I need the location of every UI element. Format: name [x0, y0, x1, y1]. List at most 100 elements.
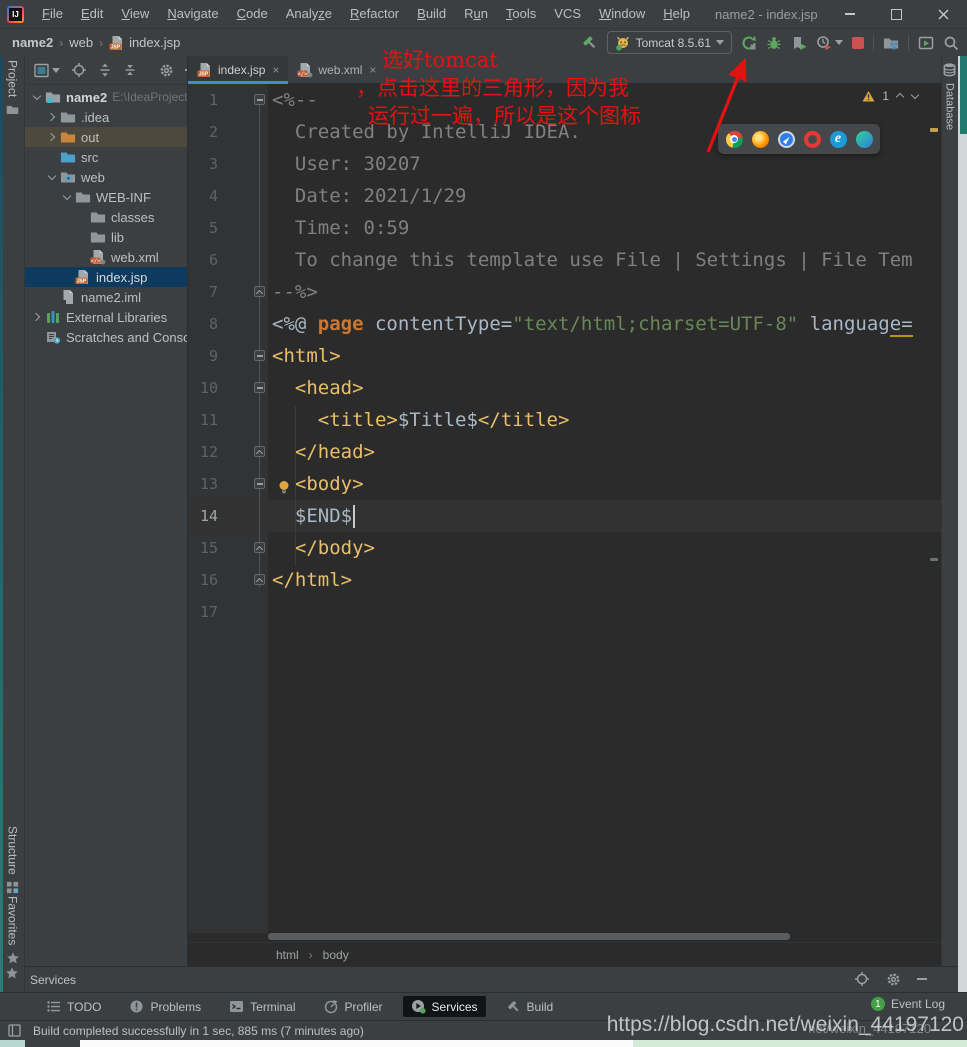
toolwindow-switcher-icon[interactable]	[8, 1024, 21, 1037]
code-line-14[interactable]: 14 $END$	[188, 500, 941, 532]
fold-marker-icon[interactable]	[254, 542, 265, 553]
tree-item-name2[interactable]: name2E:\IdeaProjects\nam	[25, 87, 187, 107]
code-area[interactable]: 1<%--2 Created by IntelliJ IDEA.3 User: …	[188, 84, 941, 933]
view-selector-button[interactable]	[34, 63, 60, 78]
locate-button[interactable]	[71, 62, 87, 78]
opera-browser-icon[interactable]	[804, 131, 821, 148]
build-hammer-button[interactable]	[581, 34, 598, 51]
menu-tools[interactable]: Tools	[497, 0, 545, 28]
menu-help[interactable]: Help	[654, 0, 699, 28]
menu-window[interactable]: Window	[590, 0, 654, 28]
next-warning-icon[interactable]	[911, 92, 919, 100]
chevron-right-icon[interactable]	[46, 131, 58, 143]
toolwindow-tab-database[interactable]: Database	[941, 62, 958, 130]
editor-breadcrumb-html[interactable]: html	[276, 948, 299, 962]
tree-item-web[interactable]: web	[25, 167, 187, 187]
collapse-all-button[interactable]	[123, 63, 137, 77]
fold-marker-icon[interactable]	[254, 286, 265, 297]
toolwindow-tab-terminal[interactable]: Terminal	[221, 996, 303, 1017]
fold-marker-icon[interactable]	[254, 478, 265, 489]
tree-item-out[interactable]: out	[25, 127, 187, 147]
toolwindow-tab-problems[interactable]: Problems	[121, 996, 209, 1017]
editor-tab-index-jsp[interactable]: JSPindex.jsp×	[188, 56, 288, 83]
minimize-button[interactable]	[826, 0, 873, 28]
menu-view[interactable]: View	[112, 0, 158, 28]
hide-toolwindow-button[interactable]	[917, 978, 927, 980]
code-line-10[interactable]: 10 <head>	[188, 372, 941, 404]
hide-panel-button[interactable]	[185, 69, 187, 71]
tree-item-lib[interactable]: lib	[25, 227, 187, 247]
tree-item-web-xml[interactable]: </>web.xml	[25, 247, 187, 267]
fold-marker-icon[interactable]	[254, 382, 265, 393]
chevron-down-icon[interactable]	[31, 91, 43, 103]
toolwindow-tab-services[interactable]: Services	[403, 996, 486, 1017]
close-tab-icon[interactable]: ×	[272, 63, 279, 77]
edge-browser-icon[interactable]	[856, 131, 873, 148]
code-line-7[interactable]: 7--%>	[188, 276, 941, 308]
tree-item-idea[interactable]: .idea	[25, 107, 187, 127]
event-log-button[interactable]: 1 Event Log	[871, 997, 945, 1011]
rerun-button[interactable]	[741, 35, 757, 51]
fold-marker-icon[interactable]	[254, 350, 265, 361]
search-everywhere-button[interactable]	[943, 35, 959, 51]
run-with-coverage-button[interactable]	[791, 35, 807, 51]
maximize-button[interactable]	[873, 0, 920, 28]
toolwindow-tab-structure[interactable]: Structure	[0, 826, 25, 894]
error-stripe[interactable]	[928, 120, 938, 933]
chevron-right-icon[interactable]	[31, 311, 43, 323]
code-line-17[interactable]: 17	[188, 596, 941, 628]
breadcrumb-item-name2[interactable]: name2	[12, 35, 53, 50]
gear-icon[interactable]	[886, 972, 901, 987]
tree-item-index-jsp[interactable]: JSPindex.jsp	[25, 267, 187, 287]
code-line-16[interactable]: 16</html>	[188, 564, 941, 596]
favorites-star-icon[interactable]	[5, 966, 19, 980]
project-structure-button[interactable]	[883, 35, 899, 51]
menu-refactor[interactable]: Refactor	[341, 0, 408, 28]
menu-vcs[interactable]: VCS	[545, 0, 590, 28]
toolwindow-tab-build[interactable]: Build	[498, 996, 562, 1017]
chevron-down-icon[interactable]	[61, 191, 73, 203]
code-line-8[interactable]: 8<%@ page contentType="text/html;charset…	[188, 308, 941, 340]
caret-stripe-mark[interactable]	[930, 558, 938, 561]
menu-analyze[interactable]: Analyze	[277, 0, 341, 28]
toolwindow-tab-todo[interactable]: TODO	[38, 996, 109, 1017]
chevron-right-icon[interactable]	[46, 111, 58, 123]
intention-bulb-icon[interactable]	[278, 480, 290, 494]
run-config-selector[interactable]: Tomcat 8.5.61	[607, 31, 732, 54]
horizontal-scrollbar[interactable]	[268, 933, 790, 940]
tree-item-web-inf[interactable]: WEB-INF	[25, 187, 187, 207]
code-line-4[interactable]: 4 Date: 2021/1/29	[188, 180, 941, 212]
tree-item-name2-iml[interactable]: name2.iml	[25, 287, 187, 307]
fold-marker-icon[interactable]	[254, 574, 265, 585]
previous-warning-icon[interactable]	[896, 92, 904, 100]
locate-icon[interactable]	[854, 971, 870, 987]
toolwindow-tab-project[interactable]: Project	[0, 60, 25, 116]
menu-code[interactable]: Code	[228, 0, 277, 28]
code-line-11[interactable]: 11 <title>$Title$</title>	[188, 404, 941, 436]
tree-item-classes[interactable]: classes	[25, 207, 187, 227]
ie-browser-icon[interactable]: e	[830, 131, 847, 148]
safari-browser-icon[interactable]	[778, 131, 795, 148]
code-line-6[interactable]: 6 To change this template use File | Set…	[188, 244, 941, 276]
tree-item-scratches-and-consoles[interactable]: Scratches and Consoles	[25, 327, 187, 347]
code-line-9[interactable]: 9<html>	[188, 340, 941, 372]
stop-button[interactable]	[852, 37, 864, 49]
menu-edit[interactable]: Edit	[72, 0, 112, 28]
code-line-5[interactable]: 5 Time: 0:59	[188, 212, 941, 244]
expand-all-button[interactable]	[98, 63, 112, 77]
profiler-button[interactable]	[816, 35, 843, 51]
breadcrumb-item-web[interactable]: web	[69, 35, 93, 50]
services-panel-header[interactable]: Services	[25, 966, 958, 992]
debug-button[interactable]	[766, 35, 782, 51]
menu-navigate[interactable]: Navigate	[158, 0, 227, 28]
close-button[interactable]	[920, 0, 967, 28]
run-anything-button[interactable]	[918, 35, 934, 51]
gear-icon[interactable]	[159, 63, 174, 78]
tree-item-src[interactable]: src	[25, 147, 187, 167]
menu-run[interactable]: Run	[455, 0, 497, 28]
code-line-13[interactable]: 13 <body>	[188, 468, 941, 500]
fold-marker-icon[interactable]	[254, 446, 265, 457]
code-line-15[interactable]: 15 </body>	[188, 532, 941, 564]
menu-build[interactable]: Build	[408, 0, 455, 28]
editor-breadcrumb-body[interactable]: body	[323, 948, 349, 962]
